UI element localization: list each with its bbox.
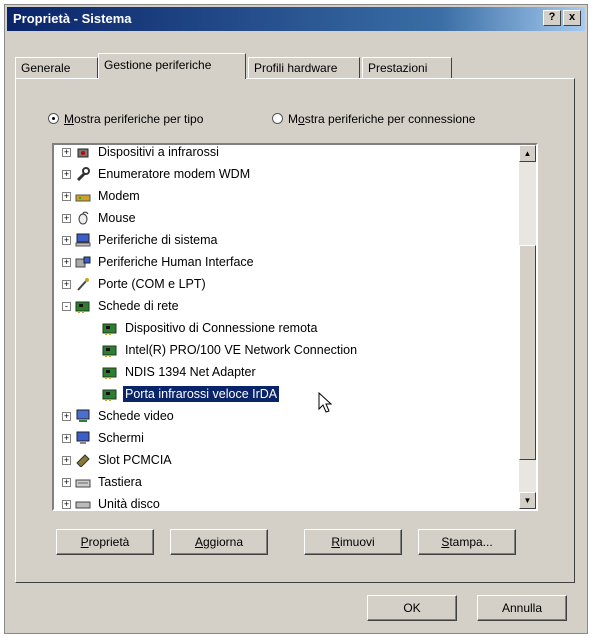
wrench-icon — [76, 167, 90, 181]
properties-button[interactable]: Proprietà — [56, 529, 154, 555]
network-card-icon — [102, 367, 117, 379]
expand-icon[interactable]: + — [62, 147, 71, 157]
properties-window: Proprietà - Sistema ? x Generale Gestion… — [4, 4, 588, 634]
network-card-icon — [75, 301, 90, 313]
tree-child-item[interactable]: Dispositivo di Connessione remota — [102, 317, 319, 339]
tree-item-label: Modem — [98, 189, 140, 203]
tree-category-item[interactable]: + Modem — [62, 185, 142, 207]
ok-button[interactable]: OK — [367, 595, 457, 621]
print-button[interactable]: Stampa... — [418, 529, 516, 555]
tree-item-label: Schede di rete — [98, 299, 179, 313]
tree-item-label: Periferiche Human Interface — [98, 255, 254, 269]
tree-child-item[interactable]: Intel(R) PRO/100 VE Network Connection — [102, 339, 359, 361]
expand-icon[interactable]: + — [62, 235, 71, 245]
keyboard-icon — [75, 479, 91, 488]
network-card-icon — [102, 389, 117, 401]
expand-icon[interactable]: + — [62, 279, 71, 289]
expand-icon[interactable]: + — [62, 213, 71, 223]
tree-item-label: Periferiche di sistema — [98, 233, 218, 247]
tree-category-item[interactable]: + Schede video — [62, 405, 176, 427]
scroll-thumb[interactable] — [519, 245, 536, 460]
tree-child-item[interactable]: Porta infrarossi veloce IrDA — [102, 383, 281, 405]
radio-by-connection[interactable]: Mostra periferiche per connessione — [272, 112, 475, 126]
tree-item-label: Unità disco — [98, 497, 160, 509]
tree-category-item[interactable]: + Porte (COM e LPT) — [62, 273, 208, 295]
hid-icon — [75, 256, 91, 268]
help-button[interactable]: ? — [543, 10, 561, 26]
tree-category-item[interactable]: + Slot PCMCIA — [62, 449, 174, 471]
device-tree-rows: + Dispositivi a infrarossi + Enumeratore mo… — [54, 145, 518, 509]
scroll-down-arrow-icon[interactable]: ▼ — [519, 492, 536, 509]
expand-icon[interactable]: + — [62, 433, 71, 443]
device-tree[interactable]: + Dispositivi a infrarossi + Enumeratore mo… — [52, 143, 538, 511]
tree-category-item[interactable]: + Enumeratore modem WDM — [62, 163, 252, 185]
tree-category-item[interactable]: + Mouse — [62, 207, 138, 229]
expand-icon[interactable]: + — [62, 191, 71, 201]
tree-item-label: Schede video — [98, 409, 174, 423]
radio-unselected-icon — [272, 113, 283, 124]
tab-panel: Mostra periferiche per tipo Mostra perif… — [15, 78, 575, 583]
tab-prestazioni[interactable]: Prestazioni — [362, 57, 452, 78]
computer-icon — [75, 233, 91, 247]
tree-child-item[interactable]: NDIS 1394 Net Adapter — [102, 361, 258, 383]
modem-icon — [75, 194, 91, 202]
tree-item-label: Porte (COM e LPT) — [98, 277, 206, 291]
vertical-scrollbar[interactable]: ▲ ▼ — [519, 145, 536, 509]
tree-item-label: Porta infrarossi veloce IrDA — [121, 385, 281, 403]
expand-icon[interactable]: + — [62, 477, 71, 487]
window-title: Proprietà - Sistema — [13, 11, 132, 26]
pcmcia-icon — [76, 454, 90, 467]
tab-generale[interactable]: Generale — [15, 57, 98, 78]
port-icon — [77, 278, 89, 291]
expand-icon[interactable]: + — [62, 169, 71, 179]
monitor-icon — [76, 431, 90, 444]
expand-icon[interactable]: + — [62, 455, 71, 465]
infrared-icon — [77, 148, 89, 158]
tree-item-label: Dispositivi a infrarossi — [98, 145, 219, 159]
tree-category-item[interactable]: + Dispositivi a infrarossi — [62, 145, 221, 163]
tree-item-label: Tastiera — [98, 475, 142, 489]
tree-item-label: Schermi — [98, 431, 144, 445]
expand-icon[interactable]: + — [62, 499, 71, 509]
display-adapter-icon — [76, 409, 90, 422]
network-card-icon — [102, 323, 117, 335]
update-button[interactable]: Aggiorna — [170, 529, 268, 555]
collapse-icon[interactable]: - — [62, 301, 71, 311]
disk-icon — [75, 501, 91, 509]
radio-by-type[interactable]: Mostra periferiche per tipo — [48, 112, 203, 126]
tree-item-label: Slot PCMCIA — [98, 453, 172, 467]
title-bar[interactable]: Proprietà - Sistema ? x — [7, 7, 585, 31]
tree-category-item[interactable]: + Periferiche Human Interface — [62, 251, 256, 273]
mouse-icon — [78, 211, 89, 225]
tree-category-item[interactable]: - Schede di rete — [62, 295, 181, 317]
tree-item-label: NDIS 1394 Net Adapter — [125, 365, 256, 379]
scroll-up-arrow-icon[interactable]: ▲ — [519, 145, 536, 162]
cancel-button[interactable]: Annulla — [477, 595, 567, 621]
radio-selected-icon — [48, 113, 59, 124]
tree-category-item[interactable]: + Unità disco — [62, 493, 162, 509]
mouse-pointer-icon — [318, 392, 333, 413]
expand-icon[interactable]: + — [62, 257, 71, 267]
tree-category-item[interactable]: + Periferiche di sistema — [62, 229, 220, 251]
tree-item-label: Enumeratore modem WDM — [98, 167, 251, 181]
tree-category-item[interactable]: + Schermi — [62, 427, 146, 449]
network-card-icon — [102, 345, 117, 357]
tree-item-label: Intel(R) PRO/100 VE Network Connection — [125, 343, 358, 357]
expand-icon[interactable]: + — [62, 411, 71, 421]
close-button[interactable]: x — [563, 10, 581, 26]
tree-item-label: Mouse — [98, 211, 136, 225]
tree-item-label: Dispositivo di Connessione remota — [125, 321, 318, 335]
tab-profili-hardware[interactable]: Profili hardware — [248, 57, 360, 78]
tree-category-item[interactable]: + Tastiera — [62, 471, 144, 493]
tab-gestione-periferiche[interactable]: Gestione periferiche — [98, 53, 246, 79]
remove-button[interactable]: Rimuovi — [304, 529, 402, 555]
